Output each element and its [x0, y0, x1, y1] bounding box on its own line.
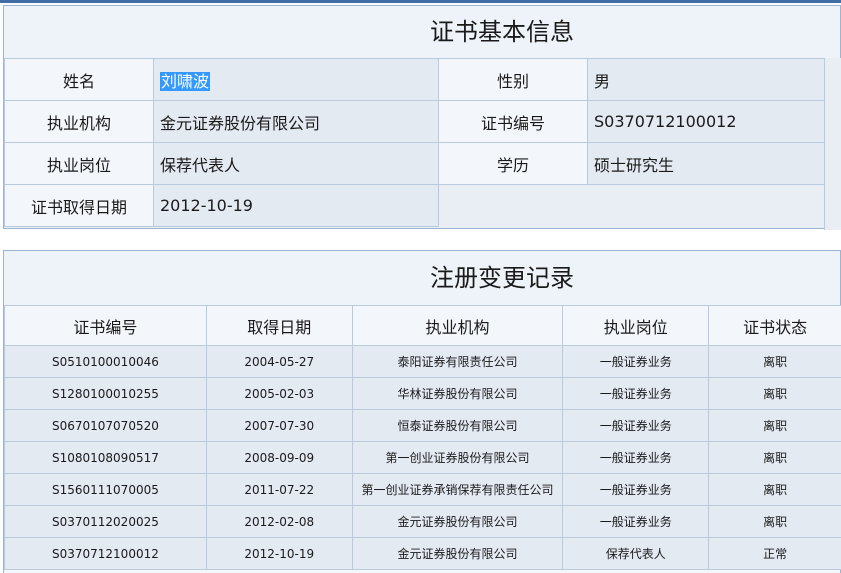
- col-header-position: 执业岗位: [562, 305, 710, 346]
- label-name: 姓名: [4, 58, 154, 101]
- cell-institution: 金元证券股份有限公司: [351, 537, 564, 570]
- cell-status: 离职: [708, 441, 841, 474]
- value-cert-date: 2012-10-19: [153, 184, 439, 227]
- table-row: S1280100010255 2005-02-03 华林证券股份有限公司 一般证…: [4, 377, 841, 410]
- table-row: S0670107070520 2007-07-30 恒泰证券股份有限公司 一般证…: [4, 409, 841, 442]
- empty-cell: [438, 184, 825, 227]
- cell-cert-no: S1280100010255: [4, 377, 207, 410]
- cell-institution: 泰阳证券有限责任公司: [351, 345, 564, 378]
- basic-info-panel: 证书基本信息 姓名 刘啸波 性别 男 执业机构 金元证券股份有限公司 证书编号 …: [3, 5, 841, 230]
- cell-institution: 金元证券股份有限公司: [351, 505, 564, 538]
- table-row: S0370112020025 2012-02-08 金元证券股份有限公司 一般证…: [4, 505, 841, 538]
- label-education: 学历: [438, 142, 588, 185]
- cell-cert-no: S0370112020025: [4, 505, 207, 538]
- cell-status: 离职: [708, 505, 841, 538]
- value-gender: 男: [587, 58, 825, 101]
- info-right-strip: [824, 58, 841, 230]
- change-records-title: 注册变更记录: [4, 251, 840, 306]
- cell-cert-no: S1560111070005: [4, 473, 207, 506]
- cell-status: 离职: [708, 409, 841, 442]
- label-cert-date: 证书取得日期: [4, 184, 154, 227]
- value-institution: 金元证券股份有限公司: [153, 100, 439, 143]
- table-row: S0510100010046 2004-05-27 泰阳证券有限责任公司 一般证…: [4, 345, 841, 378]
- info-row-position: 执业岗位 保荐代表人 学历 硕士研究生: [4, 142, 825, 185]
- cell-position: 一般证券业务: [562, 441, 710, 474]
- label-cert-no: 证书编号: [438, 100, 588, 143]
- cell-position: 一般证券业务: [562, 345, 710, 378]
- cell-status: 离职: [708, 377, 841, 410]
- change-records-title-text: 注册变更记录: [430, 264, 574, 292]
- cell-status: 离职: [708, 473, 841, 506]
- info-row-institution: 执业机构 金元证券股份有限公司 证书编号 S0370712100012: [4, 100, 825, 143]
- change-records-table: 证书编号 取得日期 执业机构 执业岗位 证书状态 S0510100010046 …: [4, 305, 841, 570]
- cell-position: 一般证券业务: [562, 473, 710, 506]
- value-cert-no: S0370712100012: [587, 100, 825, 143]
- cell-position: 一般证券业务: [562, 377, 710, 410]
- cell-position: 一般证券业务: [562, 505, 710, 538]
- cell-date: 2004-05-27: [205, 345, 353, 378]
- cell-institution: 第一创业证券承销保荐有限责任公司: [351, 473, 564, 506]
- value-name[interactable]: 刘啸波: [153, 58, 439, 101]
- cell-cert-no: S0510100010046: [4, 345, 207, 378]
- cell-date: 2011-07-22: [205, 473, 353, 506]
- table-row: S1080108090517 2008-09-09 第一创业证券股份有限公司 一…: [4, 441, 841, 474]
- cell-date: 2007-07-30: [205, 409, 353, 442]
- value-position: 保荐代表人: [153, 142, 439, 185]
- change-records-panel: 注册变更记录 证书编号 取得日期 执业机构 执业岗位 证书状态 S0510100…: [3, 250, 841, 573]
- table-row: S1560111070005 2011-07-22 第一创业证券承销保荐有限责任…: [4, 473, 841, 506]
- info-row-name: 姓名 刘啸波 性别 男: [4, 58, 825, 101]
- cell-institution: 恒泰证券股份有限公司: [351, 409, 564, 442]
- info-row-cert-date: 证书取得日期 2012-10-19: [4, 184, 825, 227]
- cell-cert-no: S1080108090517: [4, 441, 207, 474]
- cell-date: 2012-10-19: [205, 537, 353, 570]
- label-gender: 性别: [438, 58, 588, 101]
- cell-institution: 华林证券股份有限公司: [351, 377, 564, 410]
- basic-info-title-text: 证书基本信息: [430, 18, 574, 46]
- cell-date: 2012-02-08: [205, 505, 353, 538]
- basic-info-table: 姓名 刘啸波 性别 男 执业机构 金元证券股份有限公司 证书编号 S037071…: [4, 58, 825, 227]
- value-name-text[interactable]: 刘啸波: [160, 71, 211, 91]
- table-row: S0370712100012 2012-10-19 金元证券股份有限公司 保荐代…: [4, 537, 841, 570]
- cell-position: 一般证券业务: [562, 409, 710, 442]
- col-header-cert-no: 证书编号: [4, 305, 207, 346]
- label-position: 执业岗位: [4, 142, 154, 185]
- col-header-status: 证书状态: [708, 305, 841, 346]
- value-education: 硕士研究生: [587, 142, 825, 185]
- cell-status: 离职: [708, 345, 841, 378]
- table-header-row: 证书编号 取得日期 执业机构 执业岗位 证书状态: [4, 305, 841, 346]
- top-border: [0, 0, 841, 3]
- col-header-institution: 执业机构: [351, 305, 564, 346]
- cell-status: 正常: [708, 537, 841, 570]
- cell-institution: 第一创业证券股份有限公司: [351, 441, 564, 474]
- cell-date: 2008-09-09: [205, 441, 353, 474]
- col-header-date: 取得日期: [205, 305, 353, 346]
- cell-cert-no: S0370712100012: [4, 537, 207, 570]
- label-institution: 执业机构: [4, 100, 154, 143]
- cell-position: 保荐代表人: [562, 537, 710, 570]
- cell-cert-no: S0670107070520: [4, 409, 207, 442]
- cell-date: 2005-02-03: [205, 377, 353, 410]
- basic-info-title: 证书基本信息: [4, 6, 840, 59]
